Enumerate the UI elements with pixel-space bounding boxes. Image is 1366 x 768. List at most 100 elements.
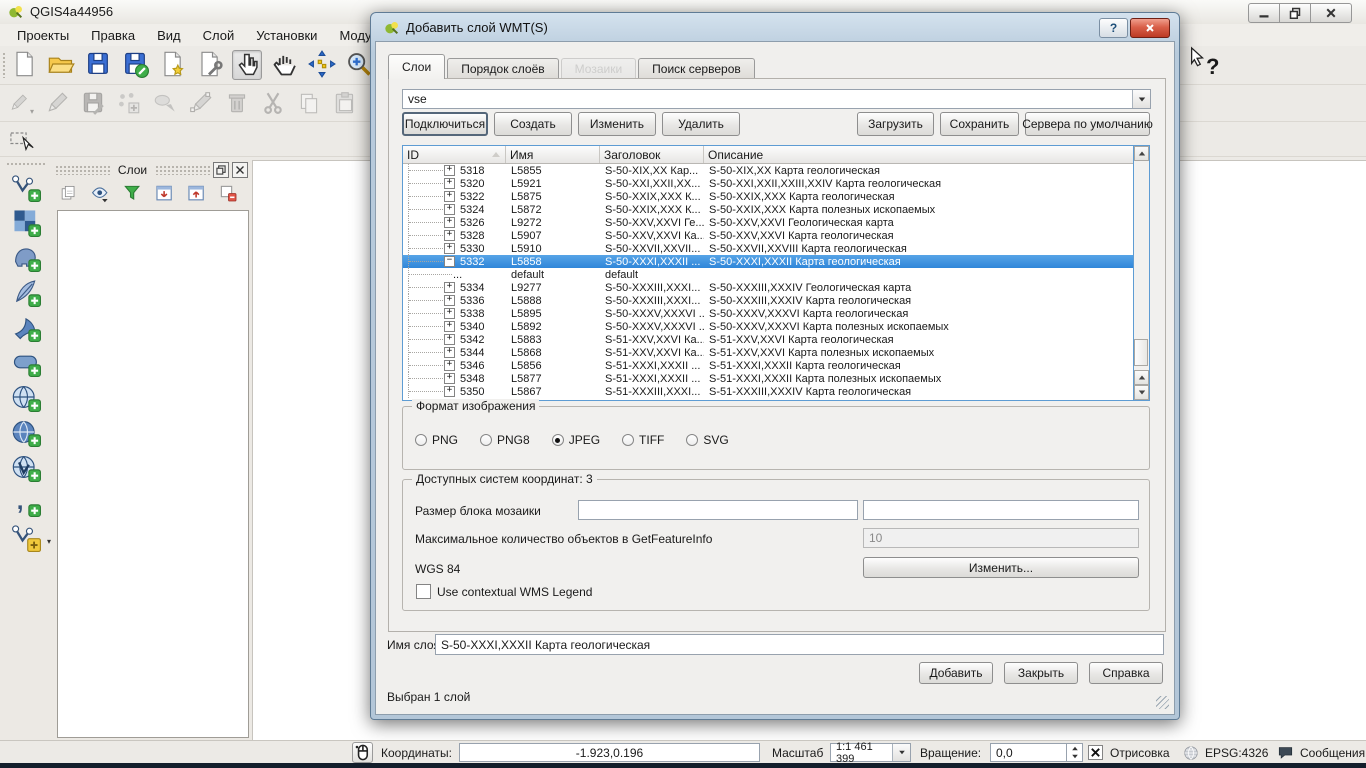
add-wcs-layer-button[interactable] [11,417,41,447]
table-row-layer-5346[interactable]: +5346L5856S-51-XXXI,XXXII ...S-51-XXXI,X… [403,359,1133,372]
expand-node-icon[interactable]: + [444,165,455,176]
server-connection-select[interactable]: vse [402,89,1151,109]
close-dialog-button[interactable]: Закрыть [1004,662,1078,684]
table-row-layer-5320[interactable]: +5320L5921S-50-XXI,XXII,XX...S-50-XXI,XX… [403,177,1133,190]
expand-node-icon[interactable]: + [444,373,455,384]
open-project-button[interactable] [47,50,75,78]
expand-node-icon[interactable]: + [444,321,455,332]
expand-node-icon[interactable]: + [444,386,455,397]
resize-grip[interactable] [1156,696,1169,709]
toggle-editing-button[interactable] [44,90,70,116]
delete-button[interactable]: Удалить [662,112,740,136]
column-header-title[interactable]: Заголовок [600,146,704,163]
cut-features-button[interactable] [260,90,286,116]
table-row-style-child[interactable]: ...defaultdefault [403,268,1133,281]
radio-icon[interactable] [622,434,634,446]
add-oracle-layer-button[interactable] [11,347,41,377]
menu-item-edit[interactable]: Правка [80,26,146,45]
add-feature-button[interactable] [116,90,142,116]
radio-icon[interactable] [415,434,427,446]
save-layer-edits-button[interactable] [80,90,106,116]
radio-icon[interactable] [480,434,492,446]
layer-name-input[interactable]: S-50-XXXI,XXXII Карта геологическая [435,634,1164,655]
table-row-layer-5338[interactable]: +5338L5895S-50-XXXV,XXXVI ...S-50-XXXV,X… [403,307,1133,320]
new-print-composer-button[interactable] [158,50,186,78]
new-button[interactable]: Создать [494,112,572,136]
expand-node-icon[interactable]: + [444,217,455,228]
table-row-layer-5328[interactable]: +5328L5907S-50-XXV,XXVI Ка...S-50-XXV,XX… [403,229,1133,242]
table-row-layer-5336[interactable]: +5336L5888S-50-XXXIII,XXXI...S-50-XXXIII… [403,294,1133,307]
table-row-layer-5330[interactable]: +5330L5910S-50-XXVII,XXVII...S-50-XXVII,… [403,242,1133,255]
minimize-window-button[interactable] [1248,3,1280,23]
change-crs-button[interactable]: Изменить... [863,557,1139,578]
expand-node-icon[interactable]: + [444,334,455,345]
table-row-layer-5324[interactable]: +5324L5872S-50-XXIX,XXX К...S-50-XXIX,XX… [403,203,1133,216]
remove-layer-button[interactable] [219,184,238,203]
column-header-description[interactable]: Описание [704,146,1133,163]
save-project-as-button[interactable] [121,50,149,78]
menu-item-projects[interactable]: Проекты [6,26,80,45]
expand-node-icon[interactable]: + [444,282,455,293]
table-row-layer-5348[interactable]: +5348L5877S-51-XXXI,XXXII ...S-51-XXXI,X… [403,372,1133,385]
pan-map-button[interactable] [271,50,299,78]
tab-server-search[interactable]: Поиск серверов [638,58,755,79]
current-edits-button[interactable]: ▾ [8,90,34,116]
radio-icon[interactable] [552,434,564,446]
menu-item-view[interactable]: Вид [146,26,192,45]
scrollbar-track[interactable] [1134,161,1149,370]
panel-drag-area[interactable] [55,165,110,175]
menu-item-settings[interactable]: Установки [245,26,328,45]
radio-icon[interactable] [686,434,698,446]
tile-width-input[interactable] [578,500,858,520]
table-row-layer-5326[interactable]: +5326L9272S-50-XXV,XXVI Ге...S-50-XXV,XX… [403,216,1133,229]
table-row-layer-5344[interactable]: +5344L5868S-51-XXV,XXVI Ка...S-51-XXV,XX… [403,346,1133,359]
connect-button[interactable]: Подключиться [402,112,488,136]
dialog-help-button[interactable]: ? [1099,18,1128,38]
save-project-button[interactable] [84,50,112,78]
feature-limit-input[interactable]: 10 [863,528,1139,548]
new-shapefile-layer-button[interactable]: ▾ [11,522,41,552]
render-toggle[interactable]: Отрисовка [1088,741,1170,764]
chevron-down-icon[interactable] [892,744,910,761]
toolbar-handle[interactable] [2,52,6,78]
scrollbar-thumb[interactable] [1134,339,1148,366]
table-row-layer-5334[interactable]: +5334L9277S-50-XXXIII,XXXI...S-50-XXXIII… [403,281,1133,294]
spinner-arrows[interactable] [1066,744,1082,761]
format-radio-jpeg[interactable]: JPEG [552,433,600,447]
expand-node-icon[interactable]: + [444,178,455,189]
node-tool-button[interactable] [188,90,214,116]
touch-zoom-and-pan-button[interactable] [232,50,262,80]
add-delimited-text-layer-button[interactable]: , [11,487,41,517]
coordinates-input[interactable]: -1.923,0.196 [459,743,760,762]
expand-node-icon[interactable]: + [444,230,455,241]
default-servers-servers-button[interactable]: Сервера по умолчанию [1025,112,1150,136]
move-feature-button[interactable] [152,90,178,116]
expand-node-icon[interactable]: + [444,204,455,215]
format-radio-svg[interactable]: SVG [686,433,728,447]
panel-drag-area[interactable] [155,165,210,175]
table-row-layer-5350[interactable]: +5350L5867S-51-XXXIII,XXXI...S-51-XXXIII… [403,385,1133,398]
table-row-layer-5340[interactable]: +5340L5892S-50-XXXV,XXXVI ...S-50-XXXV,X… [403,320,1133,333]
expand-node-icon[interactable]: + [444,191,455,202]
tile-height-input[interactable] [863,500,1139,520]
load-servers-button[interactable]: Загрузить [857,112,934,136]
paste-features-button[interactable] [332,90,358,116]
filter-legend-button[interactable] [123,184,142,203]
close-panel-icon[interactable] [232,162,248,178]
add-mssql-layer-button[interactable] [11,312,41,342]
edit-button[interactable]: Изменить [578,112,656,136]
expand-node-icon[interactable]: + [444,243,455,254]
add-postgis-layer-button[interactable] [11,242,41,272]
coordinate-capture-button[interactable] [352,741,373,764]
table-row-layer-5318[interactable]: +5318L5855S-50-XIX,XX Кар...S-50-XIX,XX … [403,164,1133,177]
crs-status-button[interactable]: EPSG:4326 [1183,741,1268,764]
select-by-rectangle-button[interactable] [8,126,36,154]
table-row-layer-5342[interactable]: +5342L5883S-51-XXV,XXVI Ка...S-51-XXV,XX… [403,333,1133,346]
format-radio-png8[interactable]: PNG8 [480,433,530,447]
scroll-down-button[interactable] [1134,385,1149,400]
format-radio-tiff[interactable]: TIFF [622,433,664,447]
toolbar-handle[interactable] [6,162,46,166]
help-dialog-button[interactable]: Справка [1089,662,1163,684]
manage-visibility-button[interactable] [91,184,110,203]
expand-node-icon[interactable]: + [444,295,455,306]
